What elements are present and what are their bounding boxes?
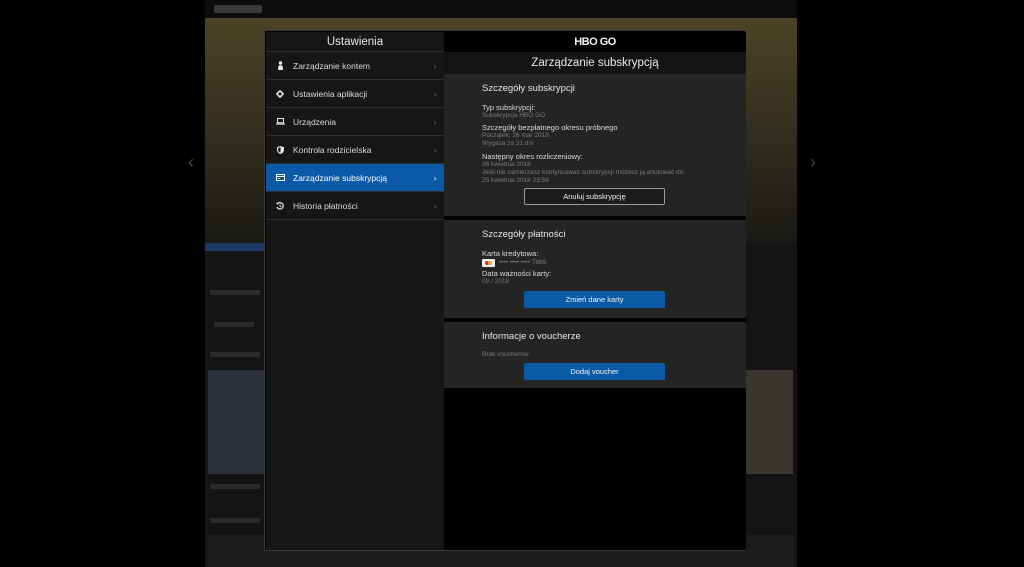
- gear-icon: [275, 89, 285, 98]
- voucher-empty-text: Brak voucherów: [482, 351, 529, 358]
- brand-bar: HBO GO: [444, 32, 746, 52]
- next-billing-label: Następny okres rozliczeniowy:: [482, 152, 583, 161]
- background-prev-arrow-icon: ‹: [188, 152, 194, 172]
- sidebar-title: Ustawienia: [266, 32, 444, 52]
- trial-start-text: Początek: 26 mar 2018: [482, 132, 549, 139]
- sidebar-item-label: Urządzenia: [293, 116, 336, 127]
- credit-card-number: •••• •••• •••• 7869: [499, 259, 547, 266]
- background-thumbnail: [745, 370, 793, 474]
- cancel-subscription-button[interactable]: Anuluj subskrypcję: [524, 188, 665, 205]
- subscription-panel: Szczegóły subskrypcji Typ subskrypcji: S…: [444, 74, 746, 216]
- history-icon: [275, 201, 285, 210]
- laptop-icon: [275, 118, 285, 125]
- card-expiry-value: 09 / 2018: [482, 278, 510, 285]
- background-text-line: [210, 352, 260, 357]
- page-title: Zarządzanie subskrypcją: [444, 52, 746, 74]
- card-expiry-label: Data ważności karty:: [482, 269, 552, 278]
- background-blue-strip: [205, 243, 267, 251]
- chevron-right-icon: ›: [433, 117, 437, 127]
- background-header: [205, 0, 797, 18]
- subscription-heading: Szczegóły subskrypcji: [482, 83, 575, 94]
- background-next-arrow-icon: ›: [810, 152, 816, 172]
- settings-content: HBO GO Zarządzanie subskrypcją Szczegóły…: [444, 32, 746, 550]
- chevron-right-icon: ›: [433, 145, 437, 155]
- sidebar-item-label: Ustawienia aplikacji: [293, 88, 368, 99]
- card-icon: [275, 174, 285, 181]
- trial-details-label: Szczegóły bezpłatnego okresu próbnego: [482, 123, 618, 132]
- sidebar-item-label: Zarządzanie subskrypcją: [293, 172, 388, 183]
- background-text-line: [210, 484, 260, 489]
- hbo-go-logo: HBO GO: [574, 36, 616, 48]
- voucher-heading: Informacje o voucherze: [482, 331, 581, 342]
- sidebar-item-devices[interactable]: Urządzenia ›: [266, 108, 444, 136]
- mastercard-icon: [482, 259, 495, 267]
- cancel-deadline: 25 kwietnia 2018 23:59: [482, 177, 549, 184]
- sidebar-item-app-settings[interactable]: Ustawienia aplikacji ›: [266, 80, 444, 108]
- sidebar-item-account[interactable]: Zarządzanie kontem ›: [266, 52, 444, 80]
- cancel-note: Jeśli nie zamierzasz kontynuować subskry…: [482, 169, 684, 176]
- sidebar-item-payment-history[interactable]: Historia płatności ›: [266, 192, 444, 220]
- credit-card-label: Karta kredytowa:: [482, 249, 539, 258]
- payment-panel: Szczegóły płatności Karta kredytowa: •••…: [444, 220, 746, 318]
- add-voucher-button[interactable]: Dodaj voucher: [524, 363, 665, 380]
- sidebar-item-label: Historia płatności: [293, 200, 358, 211]
- subscription-type-label: Typ subskrypcji:: [482, 103, 536, 112]
- chevron-right-icon: ›: [433, 201, 437, 211]
- chevron-right-icon: ›: [433, 89, 437, 99]
- settings-modal: Ustawienia Zarządzanie kontem › Ustawien…: [264, 30, 746, 551]
- credit-card-row: •••• •••• •••• 7869: [482, 259, 746, 267]
- background-text-line: [210, 518, 260, 523]
- settings-sidebar: Ustawienia Zarządzanie kontem › Ustawien…: [266, 32, 444, 550]
- background-logo: [214, 5, 262, 13]
- subscription-type-value: Subskrypcja HBO GO: [482, 112, 546, 119]
- sidebar-item-subscription[interactable]: Zarządzanie subskrypcją ›: [266, 164, 444, 192]
- sidebar-item-parental-control[interactable]: Kontrola rodzicielska ›: [266, 136, 444, 164]
- payment-heading: Szczegóły płatności: [482, 229, 566, 240]
- background-thumbnail: [208, 370, 268, 474]
- next-billing-date: 26 kwietnia 2018: [482, 161, 531, 168]
- sidebar-item-label: Kontrola rodzicielska: [293, 144, 372, 155]
- chevron-right-icon: ›: [433, 61, 437, 71]
- voucher-panel: Informacje o voucherze Brak voucherów Do…: [444, 322, 746, 388]
- person-icon: [275, 61, 285, 70]
- background-text-line: [210, 290, 260, 295]
- sidebar-item-label: Zarządzanie kontem: [293, 60, 371, 71]
- chevron-right-icon: ›: [433, 173, 437, 183]
- background-text-line: [214, 322, 254, 327]
- trial-expires-text: Wygasa za 31 dni: [482, 140, 534, 147]
- shield-icon: [275, 145, 285, 154]
- change-card-button[interactable]: Zmień dane karty: [524, 291, 665, 308]
